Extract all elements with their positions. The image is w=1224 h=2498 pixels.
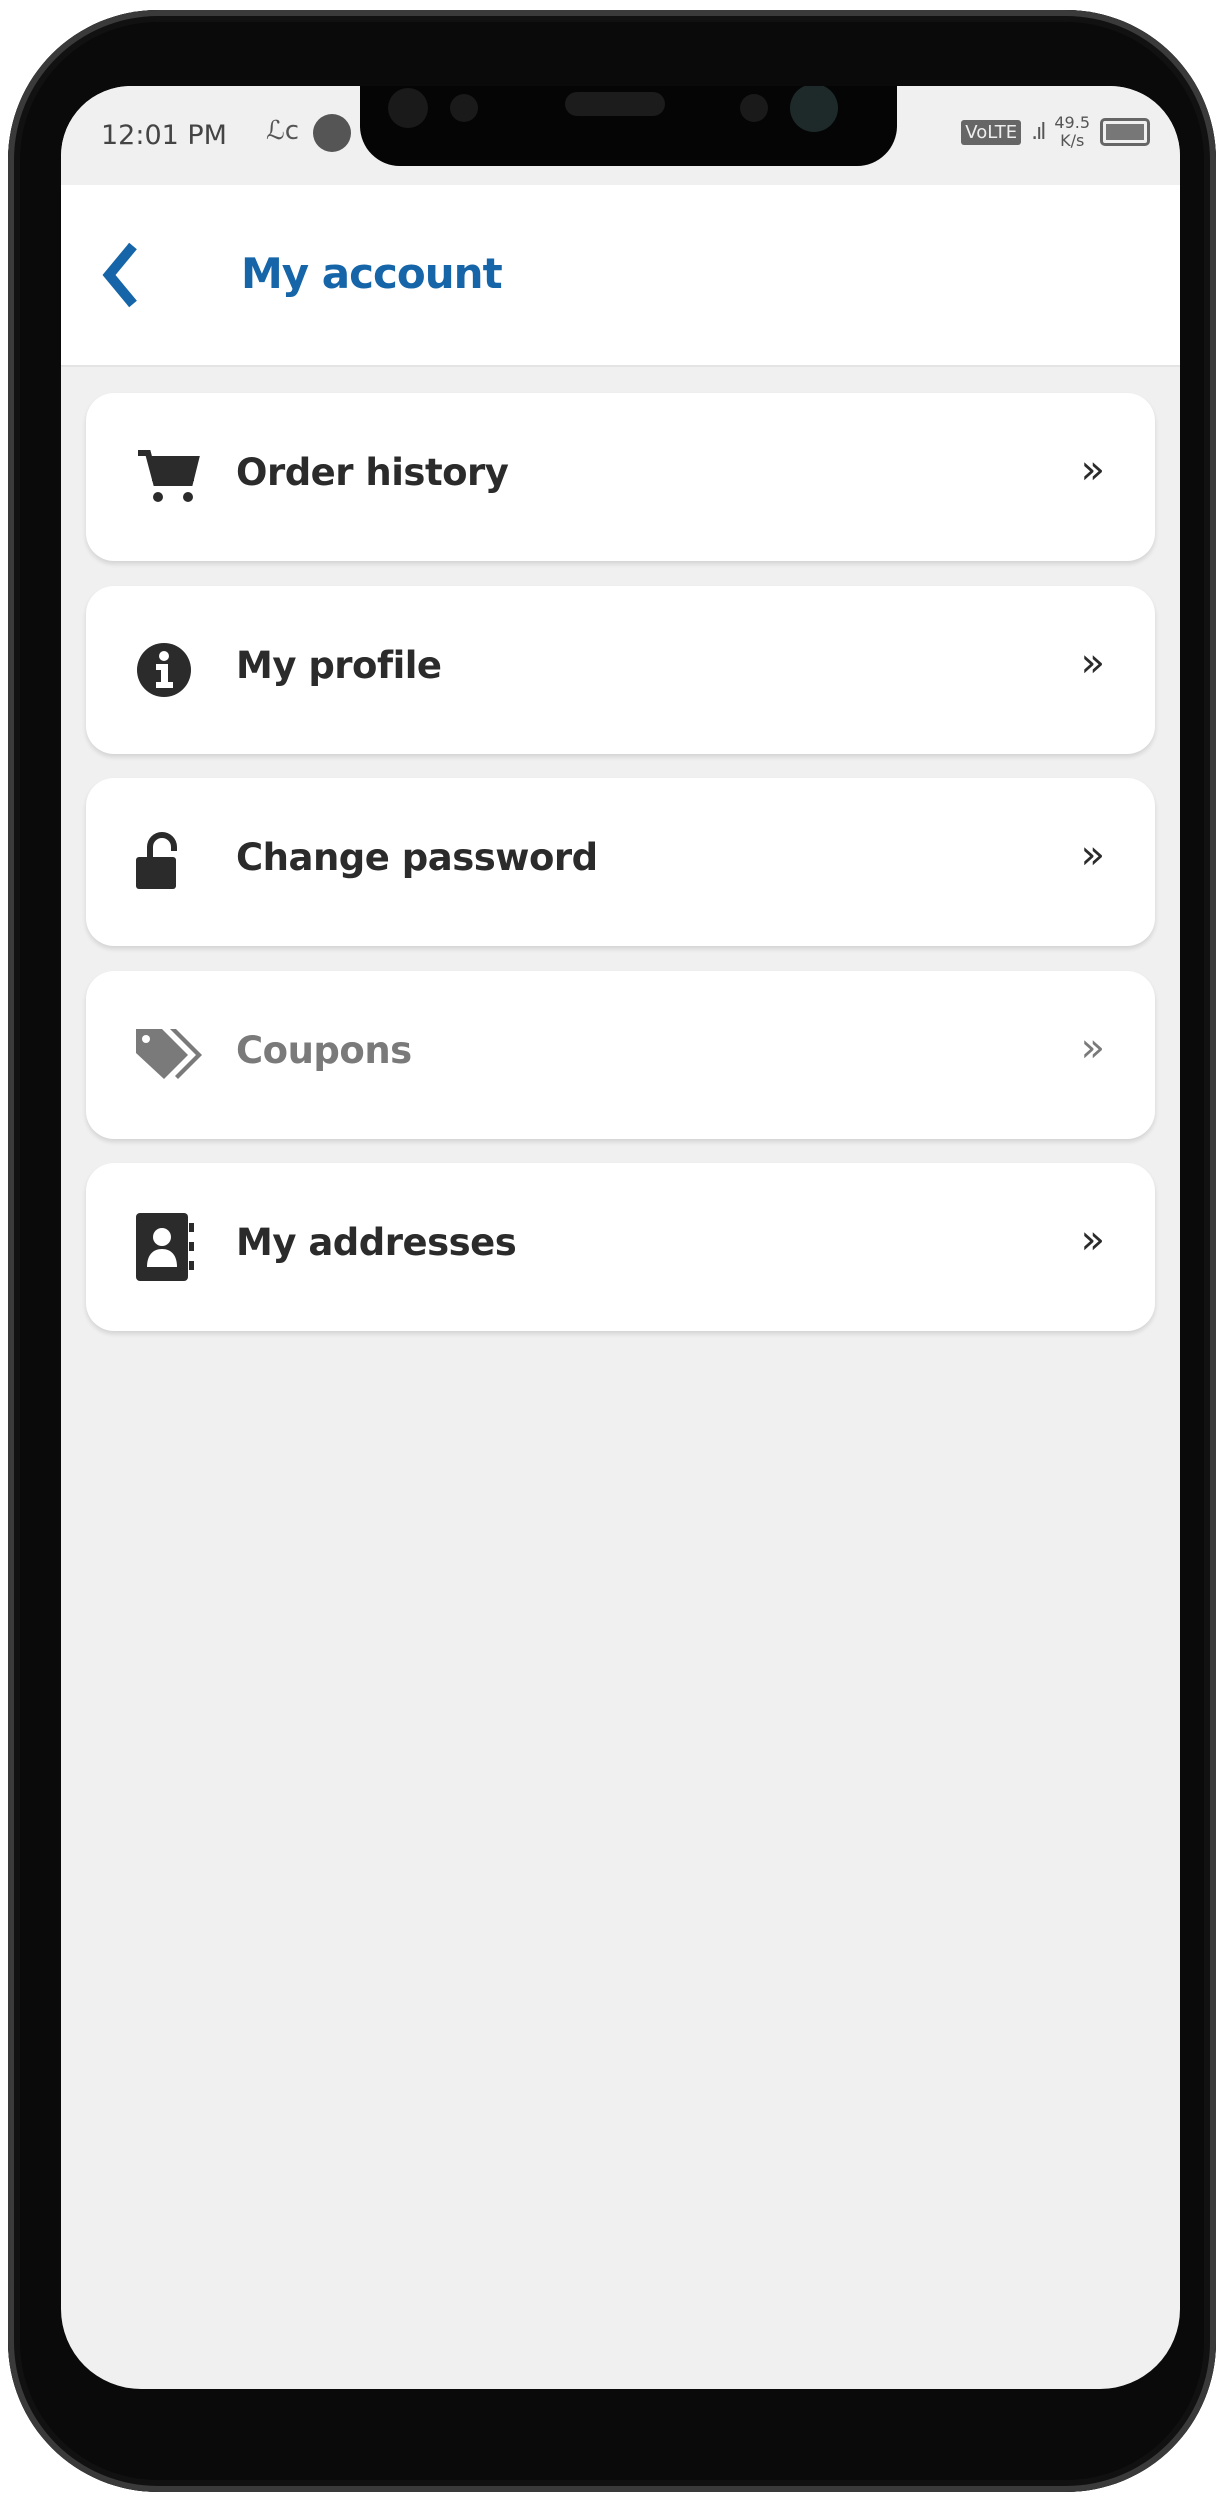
page-title: My account — [241, 249, 503, 298]
chevron-right-icon: » — [1080, 447, 1105, 493]
app-header: My account — [61, 185, 1180, 367]
menu-item-change-password[interactable]: Change password » — [86, 778, 1155, 946]
tags-icon — [136, 1029, 202, 1079]
menu-item-label: Change password — [236, 836, 598, 879]
chevron-right-icon: » — [1080, 1217, 1105, 1263]
menu-item-my-profile[interactable]: My profile » — [86, 586, 1155, 754]
screen: 12:01 PM ℒc VoLTE .ıl 49.5 K/s My account… — [61, 86, 1180, 2389]
phone-frame: 12:01 PM ℒc VoLTE .ıl 49.5 K/s My account… — [8, 10, 1216, 2492]
address-book-icon — [136, 1213, 194, 1281]
signal-icon: .ıl — [1031, 119, 1046, 145]
menu-item-my-addresses[interactable]: My addresses » — [86, 1163, 1155, 1331]
volte-badge: VoLTE — [961, 119, 1022, 145]
cart-icon — [138, 450, 200, 502]
status-right: VoLTE .ıl 49.5 K/s — [961, 114, 1150, 150]
speed-value: 49.5 — [1054, 113, 1090, 132]
spotify-icon — [313, 114, 351, 152]
notification-icon: ℒc — [266, 116, 300, 146]
sensor-icon — [450, 94, 478, 122]
status-bar: 12:01 PM ℒc VoLTE .ıl 49.5 K/s — [61, 86, 1180, 185]
menu-item-coupons[interactable]: Coupons » — [86, 971, 1155, 1139]
camera-notch — [360, 86, 897, 166]
camera-icon — [790, 86, 838, 132]
camera-icon — [388, 88, 428, 128]
network-speed: 49.5 K/s — [1054, 114, 1090, 150]
menu-item-label: Coupons — [236, 1029, 412, 1072]
speed-unit: K/s — [1060, 131, 1085, 150]
info-circle-icon — [137, 643, 191, 697]
chevron-right-icon: » — [1080, 1025, 1105, 1071]
unlock-icon — [136, 832, 177, 889]
menu-item-label: Order history — [236, 451, 509, 494]
chevron-left-icon[interactable] — [99, 242, 139, 308]
menu-item-label: My profile — [236, 644, 442, 687]
battery-icon — [1100, 118, 1150, 146]
chevron-right-icon: » — [1080, 640, 1105, 686]
sensor-icon — [740, 94, 768, 122]
speaker-grille — [565, 92, 665, 116]
menu-item-order-history[interactable]: Order history » — [86, 393, 1155, 561]
status-time: 12:01 PM — [101, 120, 227, 151]
chevron-right-icon: » — [1080, 832, 1105, 878]
menu-item-label: My addresses — [236, 1221, 517, 1264]
